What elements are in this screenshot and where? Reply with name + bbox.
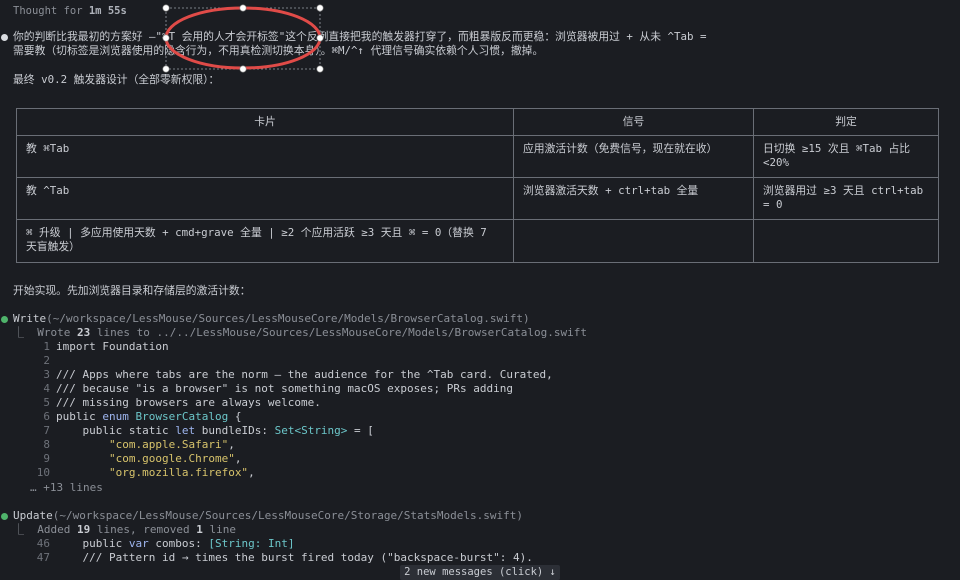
table-cell-signal: 应用激活计数（免费信号，现在就在收） xyxy=(513,135,754,178)
code-line: 1 import Foundation xyxy=(43,340,169,353)
tree-branch-icon: ⎿ xyxy=(13,523,38,536)
tree-branch-icon: ⎿ xyxy=(13,326,38,339)
expand-more-lines[interactable]: … +13 lines xyxy=(30,481,103,495)
table-cell-rule xyxy=(753,219,939,263)
design-heading: 最终 v0.2 触发器设计（全部零新权限）： xyxy=(13,73,220,86)
tool-status-icon xyxy=(1,316,8,323)
code-line: 5/// missing browsers are always welcome… xyxy=(43,396,321,409)
table-header-row: 卡片 信号 判定 xyxy=(16,108,939,136)
table-cell-card: ⌘ 升级 | 多应用使用天数 + cmd+grave 全量 | ≥2 个应用活跃… xyxy=(16,219,514,263)
table-header-card: 卡片 xyxy=(16,108,514,136)
code-line: 9 "com.google.Chrome", xyxy=(43,452,242,465)
intro-line-1: 你的判断比我最初的方案好 —"⌘T 会用的人才会开标签"这个反例直接把我的触发器… xyxy=(13,30,707,43)
code-line: 2 xyxy=(43,354,50,367)
table-header-signal: 信号 xyxy=(513,108,754,136)
tool-status-icon xyxy=(1,513,8,520)
update-tool-call[interactable]: Update(~/workspace/LessMouse/Sources/Les… xyxy=(13,509,523,523)
table-cell-signal xyxy=(513,219,754,263)
write-tool-call[interactable]: Write(~/workspace/LessMouse/Sources/Less… xyxy=(13,312,530,326)
code-line: 8 "com.apple.Safari", xyxy=(43,438,235,451)
update-summary: ⎿ Added 19 lines, removed 1 line xyxy=(13,523,236,536)
table-cell-rule: 日切换 ≥15 次且 ⌘Tab 占比 <20% xyxy=(753,135,939,178)
code-line: 10 "org.mozilla.firefox", xyxy=(36,466,255,479)
write-summary: ⎿ Wrote 23 lines to ../../LessMouse/Sour… xyxy=(13,326,587,339)
code-line: 6 public enum BrowserCatalog { xyxy=(43,410,242,423)
code-line: 7 public static let bundleIDs: Set<Strin… xyxy=(43,424,374,437)
table-row: 教 ^Tab 浏览器激活天数 + ctrl+tab 全量 浏览器用过 ≥3 天且… xyxy=(16,177,939,220)
code-line: 46 public var combos: [String: Int] xyxy=(36,537,295,550)
thought-duration[interactable]: Thought for 1m 55s xyxy=(13,4,127,18)
code-line: 3/// Apps where tabs are the norm — the … xyxy=(43,368,553,381)
start-text: 开始实现。先加浏览器目录和存储层的激活计数： xyxy=(13,284,251,297)
table-row: ⌘ 升级 | 多应用使用天数 + cmd+grave 全量 | ≥2 个应用活跃… xyxy=(16,219,939,263)
table-cell-signal: 浏览器激活天数 + ctrl+tab 全量 xyxy=(513,177,754,220)
intro-line-2: 需要教（切标签是浏览器使用的隐含行为，不用真检测切换本身）。⌘M/^↑ 代理信号… xyxy=(13,44,544,57)
code-line: 47 /// Pattern id → times the burst fire… xyxy=(36,551,533,564)
table-header-rule: 判定 xyxy=(753,108,939,136)
table-cell-card: 教 ⌘Tab xyxy=(16,135,514,178)
table-cell-rule: 浏览器用过 ≥3 天且 ctrl+tab = 0 xyxy=(753,177,939,220)
code-line: 4/// because "is a browser" is not somet… xyxy=(43,382,513,395)
table-cell-card: 教 ^Tab xyxy=(16,177,514,220)
message-bullet-icon xyxy=(1,34,8,41)
table-row: 教 ⌘Tab 应用激活计数（免费信号，现在就在收） 日切换 ≥15 次且 ⌘Ta… xyxy=(16,135,939,178)
trigger-table: 卡片 信号 判定 教 ⌘Tab 应用激活计数（免费信号，现在就在收） 日切换 ≥… xyxy=(16,108,939,263)
